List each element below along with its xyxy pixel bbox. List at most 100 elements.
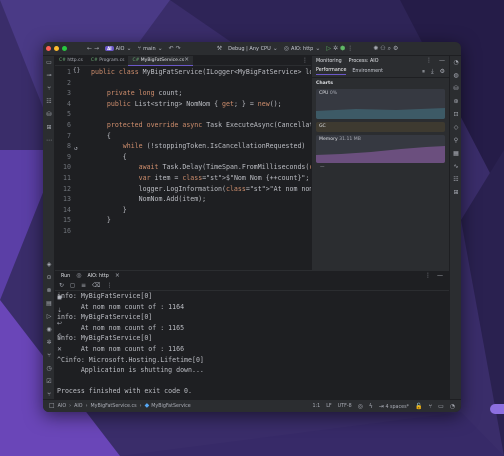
breadcrumb-file[interactable]: MyBigFatService.cs	[90, 404, 136, 409]
collaborate-icon[interactable]: ⚇	[380, 45, 385, 52]
globe-icon: ◎	[76, 272, 82, 279]
code-line[interactable]: }	[91, 206, 127, 214]
code-line[interactable]: var item = class="st">$"Nom Nom {++count…	[91, 174, 310, 182]
rerun-icon[interactable]: ↻	[59, 282, 64, 289]
override-gutter-icon[interactable]: ↺	[74, 145, 78, 152]
notifications-icon[interactable]: ◷	[45, 365, 53, 373]
desktop-dock-handle[interactable]	[490, 404, 504, 414]
more-options-icon[interactable]: ⋮	[426, 58, 432, 64]
close-window-button[interactable]	[46, 46, 51, 51]
build-hammer-icon[interactable]: ⚒	[217, 45, 222, 52]
git-log-icon[interactable]: ⑂	[45, 352, 53, 360]
minimize-panel-icon[interactable]: —	[439, 58, 445, 64]
code-line[interactable]: {	[91, 132, 111, 140]
class-gutter-icon[interactable]: {}	[73, 67, 80, 74]
unit-tests-icon[interactable]: ⚲	[452, 137, 460, 145]
code-line[interactable]: public List<string> NomNom { get; } = ne…	[91, 100, 282, 108]
run-tab-aio-http[interactable]: AIO: http	[87, 274, 108, 279]
ai-assistant-icon[interactable]: ✺	[373, 45, 378, 52]
breadcrumb-solution[interactable]: AIO	[58, 404, 66, 409]
more-actions-icon[interactable]: ⋮	[107, 282, 113, 289]
endpoints-icon[interactable]: ⊗	[45, 287, 53, 295]
settings-icon[interactable]: ⚙	[440, 68, 445, 75]
redo-icon[interactable]: ↷	[176, 45, 181, 52]
tab-environment[interactable]: Environment	[352, 69, 383, 74]
database-tool-icon[interactable]: ⛁	[452, 85, 460, 93]
structure-icon[interactable]: ☷	[45, 98, 53, 106]
filter-icon[interactable]: ≡	[81, 282, 86, 289]
back-icon[interactable]: ←	[87, 45, 92, 52]
minimize-window-button[interactable]	[54, 46, 59, 51]
attach-icon[interactable]: ⬢	[340, 45, 345, 52]
snapshot-icon[interactable]: ⤓	[431, 68, 434, 75]
run-icon[interactable]: ▷	[326, 45, 331, 52]
git-icon[interactable]: ⑂	[45, 85, 53, 93]
pause-icon[interactable]: ⏸	[422, 68, 425, 75]
code-line[interactable]: while (!stoppingToken.IsCancellationRequ…	[91, 142, 306, 150]
indent-setting[interactable]: ⇥ 4 spaces*	[379, 403, 409, 410]
git-branches-icon[interactable]: ⑂	[45, 391, 53, 399]
project-selector[interactable]: AI AIO ⌄	[105, 45, 132, 52]
tab-performance[interactable]: Performance	[316, 68, 347, 75]
translations-icon[interactable]: ⊞	[452, 189, 460, 197]
search-icon[interactable]: ⌕	[388, 45, 391, 52]
problems-icon[interactable]: ◉	[45, 326, 53, 334]
line-separator[interactable]: LF	[326, 404, 331, 409]
tab-mybigfatservice[interactable]: C# MyBigFatService.cs ×	[128, 55, 194, 66]
more-tools-icon[interactable]: ⋯	[45, 137, 53, 145]
breadcrumb-class[interactable]: MyBigFatService	[151, 404, 191, 409]
endpoints-tool-icon[interactable]: ⊛	[452, 98, 460, 106]
terminal-icon[interactable]: ▤	[45, 300, 53, 308]
folder-icon[interactable]: ▭	[45, 59, 53, 67]
code-line[interactable]: private long count;	[91, 89, 182, 97]
debug-icon[interactable]: ✲	[333, 45, 338, 52]
tab-program[interactable]: C# Program.cs	[87, 56, 129, 66]
monitoring-icon[interactable]: ∿	[452, 163, 460, 171]
power-save-icon[interactable]: ϟ	[369, 403, 373, 410]
memory-indicator-icon[interactable]: ▭	[438, 403, 444, 410]
file-encoding[interactable]: UTF-8	[338, 404, 352, 409]
clear-console-icon[interactable]: ⌫	[92, 282, 100, 289]
process-selector[interactable]: Process: AIO	[349, 59, 379, 64]
more-options-icon[interactable]: ⋮	[425, 273, 431, 279]
run-configuration-selector[interactable]: ◎ AIO: http ⌄	[284, 45, 321, 52]
services-icon[interactable]: ⊙	[45, 274, 53, 282]
plugins-icon[interactable]: ⊞	[45, 124, 53, 132]
more-actions-icon[interactable]: ⋮	[347, 45, 353, 52]
docker-icon[interactable]: ▦	[452, 150, 460, 158]
commit-icon[interactable]: ⊸	[45, 72, 53, 80]
ai-chat-icon[interactable]: ◍	[452, 72, 460, 80]
git-icon[interactable]: ⑂	[428, 403, 432, 410]
forward-icon[interactable]: →	[94, 45, 99, 52]
layers-icon[interactable]: ◈	[45, 261, 53, 269]
nuget-icon[interactable]: ◇	[452, 124, 460, 132]
hide-panel-icon[interactable]: —	[437, 273, 443, 279]
code-line[interactable]: }	[91, 216, 111, 224]
debug-tool-icon[interactable]: ✲	[45, 339, 53, 347]
lock-icon[interactable]: 🔓	[415, 403, 422, 410]
explorer-icon[interactable]: ⊡	[452, 111, 460, 119]
branch-selector[interactable]: ⑂ main ⌄	[138, 45, 163, 52]
inspections-icon[interactable]: ◎	[358, 403, 363, 410]
database-icon[interactable]: ⛁	[45, 111, 53, 119]
stop-icon[interactable]: ◻	[70, 282, 75, 289]
structure-view-icon[interactable]: ☷	[452, 176, 460, 184]
maximize-window-button[interactable]	[62, 46, 67, 51]
code-line[interactable]: NomNom.Add(item);	[91, 195, 207, 203]
configuration-selector[interactable]: Debug | Any CPU ⌄	[228, 45, 278, 52]
caret-position[interactable]: 1:1	[313, 404, 321, 409]
breadcrumb-project[interactable]: AIO	[74, 404, 82, 409]
line-number: 16	[63, 227, 71, 235]
close-tab-icon[interactable]: ×	[184, 56, 189, 63]
run-tool-icon[interactable]: ▷	[45, 313, 53, 321]
code-editor[interactable]: C# http.cs C# Program.cs C# MyBigFatServ…	[55, 55, 413, 270]
todo-icon[interactable]: ☑	[45, 378, 53, 386]
code-line[interactable]: {	[91, 153, 127, 161]
tab-http[interactable]: C# http.cs	[55, 56, 87, 66]
undo-icon[interactable]: ↶	[169, 45, 174, 52]
notifications-bell-icon[interactable]: ◔	[452, 59, 460, 67]
notifications-icon[interactable]: ◔	[450, 403, 455, 410]
more-tabs-icon[interactable]: ⋮	[302, 57, 308, 64]
close-run-tab-icon[interactable]: ×	[115, 273, 120, 279]
settings-gear-icon[interactable]: ⚙	[393, 45, 398, 52]
